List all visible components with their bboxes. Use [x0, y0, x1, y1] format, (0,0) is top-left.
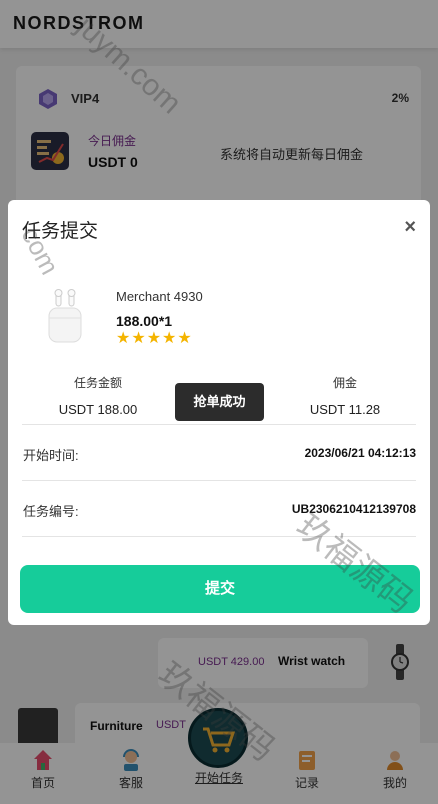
start-time-label: 开始时间: — [23, 448, 79, 463]
start-time-value: 2023/06/21 04:12:13 — [304, 446, 416, 460]
price-quantity: 188.00*1 — [116, 313, 173, 329]
star-icon: ★ — [131, 330, 146, 347]
merchant-name: Merchant 4930 — [116, 289, 203, 304]
close-icon[interactable]: × — [404, 216, 416, 239]
success-toast: 抢单成功 — [175, 383, 264, 421]
star-icon: ★ — [162, 330, 177, 347]
task-submit-modal: 任务提交 × Merchant 4930 188.00*1 ★ ★ ★ ★ ★ … — [8, 200, 430, 625]
task-amount: 任务金额 USDT 188.00 — [38, 374, 158, 417]
commission-label: 佣金 — [332, 376, 357, 390]
modal-title: 任务提交 — [22, 221, 99, 242]
commission-value: USDT 11.28 — [309, 402, 381, 417]
divider — [22, 536, 416, 537]
divider — [22, 424, 416, 425]
task-no-label: 任务编号: — [23, 504, 79, 519]
task-amount-label: 任务金额 — [73, 376, 122, 390]
star-icon: ★ — [116, 330, 131, 347]
task-no-value: UB2306210412139708 — [291, 502, 416, 516]
task-amount-value: USDT 188.00 — [58, 402, 138, 417]
commission: 佣金 USDT 11.28 — [285, 374, 405, 417]
star-icon: ★ — [146, 330, 162, 347]
divider — [22, 480, 416, 481]
airpods-product-image — [48, 289, 82, 343]
submit-button[interactable]: 提交 — [20, 565, 420, 613]
star-icon: ★ — [177, 330, 192, 347]
rating-stars: ★ ★ ★ ★ ★ — [116, 330, 192, 348]
